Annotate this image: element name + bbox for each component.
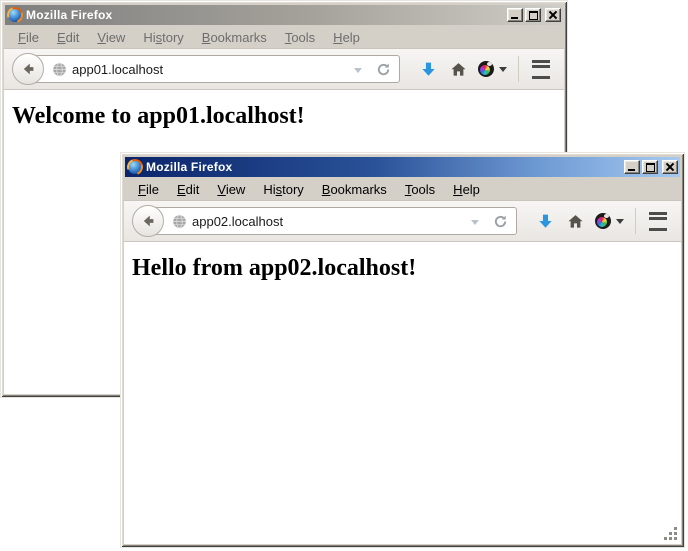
maximize-icon xyxy=(529,11,538,20)
window-controls xyxy=(507,8,561,22)
color-wheel-icon xyxy=(595,213,611,229)
globe-icon xyxy=(172,214,187,229)
firefox-logo-icon xyxy=(8,8,22,22)
maximize-button[interactable] xyxy=(642,160,658,174)
hamburger-menu-icon xyxy=(649,212,667,231)
titlebar[interactable]: Mozilla Firefox xyxy=(5,5,563,25)
download-button[interactable] xyxy=(413,53,443,85)
urlbar-dropdown-icon[interactable] xyxy=(471,220,479,225)
back-button[interactable] xyxy=(12,53,44,85)
resize-grip-icon[interactable] xyxy=(664,527,678,541)
close-button[interactable] xyxy=(662,160,678,174)
firefox-logo-icon xyxy=(128,160,142,174)
toolbar-separator xyxy=(518,56,519,82)
url-text: app01.localhost xyxy=(72,62,347,77)
caret-down-icon xyxy=(616,219,624,224)
reload-button[interactable] xyxy=(488,209,512,233)
menu-view[interactable]: View xyxy=(88,28,134,47)
download-arrow-icon xyxy=(420,61,437,78)
page-heading: Hello from app02.localhost! xyxy=(132,255,673,282)
page-heading: Welcome to app01.localhost! xyxy=(12,103,556,130)
menu-bar: File Edit View History Bookmarks Tools H… xyxy=(124,178,681,200)
reload-icon xyxy=(376,62,391,77)
close-icon xyxy=(663,161,677,173)
window-title: Mozilla Firefox xyxy=(146,160,620,174)
minimize-button[interactable] xyxy=(624,160,640,174)
menu-bookmarks[interactable]: Bookmarks xyxy=(193,28,276,47)
addon-color-wheel-button[interactable] xyxy=(590,205,628,237)
window-controls xyxy=(624,160,678,174)
navigation-toolbar: app01.localhost xyxy=(4,48,564,90)
menu-tools[interactable]: Tools xyxy=(396,180,444,199)
close-icon xyxy=(546,9,560,21)
navigation-toolbar: app02.localhost xyxy=(124,200,681,242)
app-menu-button[interactable] xyxy=(526,53,556,85)
reload-icon xyxy=(493,214,508,229)
titlebar[interactable]: Mozilla Firefox xyxy=(125,157,680,177)
toolbar-separator xyxy=(635,208,636,234)
back-arrow-icon xyxy=(140,213,156,229)
globe-icon xyxy=(52,62,67,77)
close-button[interactable] xyxy=(545,8,561,22)
url-bar[interactable]: app02.localhost xyxy=(147,207,517,235)
menu-tools[interactable]: Tools xyxy=(276,28,324,47)
menu-help[interactable]: Help xyxy=(444,180,489,199)
app-menu-button[interactable] xyxy=(643,205,673,237)
menu-edit[interactable]: Edit xyxy=(48,28,88,47)
minimize-button[interactable] xyxy=(507,8,523,22)
menu-help[interactable]: Help xyxy=(324,28,369,47)
url-text: app02.localhost xyxy=(192,214,464,229)
menu-file[interactable]: File xyxy=(9,28,48,47)
color-wheel-icon xyxy=(478,61,494,77)
urlbar-dropdown-icon[interactable] xyxy=(354,68,362,73)
back-arrow-icon xyxy=(20,61,36,77)
minimize-icon xyxy=(628,169,635,171)
addon-color-wheel-button[interactable] xyxy=(473,53,511,85)
menu-history[interactable]: History xyxy=(254,180,312,199)
back-button[interactable] xyxy=(132,205,164,237)
menu-bar: File Edit View History Bookmarks Tools H… xyxy=(4,26,564,48)
reload-button[interactable] xyxy=(371,57,395,81)
menu-file[interactable]: File xyxy=(129,180,168,199)
download-arrow-icon xyxy=(537,213,554,230)
menu-bookmarks[interactable]: Bookmarks xyxy=(313,180,396,199)
home-button[interactable] xyxy=(443,53,473,85)
home-icon xyxy=(567,213,584,230)
browser-window-app02[interactable]: Mozilla Firefox File Edit View History B… xyxy=(120,152,685,548)
page-content: Hello from app02.localhost! xyxy=(124,242,681,544)
download-button[interactable] xyxy=(530,205,560,237)
window-title: Mozilla Firefox xyxy=(26,8,503,22)
menu-edit[interactable]: Edit xyxy=(168,180,208,199)
minimize-icon xyxy=(511,17,518,19)
caret-down-icon xyxy=(499,67,507,72)
maximize-icon xyxy=(646,163,655,172)
maximize-button[interactable] xyxy=(525,8,541,22)
hamburger-menu-icon xyxy=(532,60,550,79)
url-bar[interactable]: app01.localhost xyxy=(27,55,400,83)
home-icon xyxy=(450,61,467,78)
menu-history[interactable]: History xyxy=(134,28,192,47)
home-button[interactable] xyxy=(560,205,590,237)
menu-view[interactable]: View xyxy=(208,180,254,199)
